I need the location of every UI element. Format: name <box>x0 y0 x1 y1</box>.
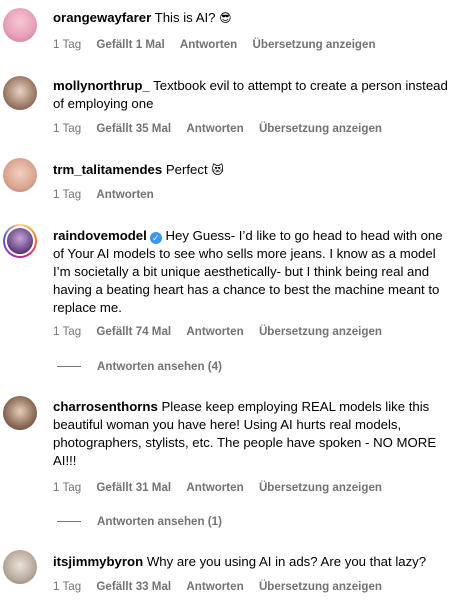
comment-body: orangewayfarer This is AI? 😎 <box>53 9 449 27</box>
comment-username[interactable]: trm_talitamendes <box>53 162 162 177</box>
translate-button[interactable]: Übersetzung anzeigen <box>259 325 382 338</box>
likes-count[interactable]: Gefällt 35 Mal <box>96 122 171 135</box>
comment-body: mollynorthrup_ Textbook evil to attempt … <box>53 77 449 113</box>
comment-body: raindovemodel ✓ Hey Guess- I’d like to go… <box>53 227 449 317</box>
comment-username[interactable]: mollynorthrup_ <box>53 78 150 93</box>
comment-body: trm_talitamendes Perfect 😻 <box>53 161 449 179</box>
avatar-image <box>5 226 35 256</box>
likes-count[interactable]: Gefällt 31 Mal <box>96 481 171 494</box>
view-replies-button[interactable]: Antworten ansehen (4) <box>57 360 222 373</box>
avatar[interactable] <box>3 76 37 110</box>
likes-count[interactable]: Gefällt 74 Mal <box>96 325 171 338</box>
comment-time[interactable]: 1 Tag <box>53 580 81 593</box>
likes-count[interactable]: Gefällt 1 Mal <box>96 38 164 51</box>
view-replies-label: Antworten ansehen (4) <box>97 360 222 373</box>
translate-button[interactable]: Übersetzung anzeigen <box>252 38 375 51</box>
translate-button[interactable]: Übersetzung anzeigen <box>259 481 382 494</box>
replies-divider <box>57 521 81 523</box>
comment-time[interactable]: 1 Tag <box>53 38 81 51</box>
comment-text: Why are you using AI in ads? Are you tha… <box>146 554 427 569</box>
comment-body: charrosenthorns Please keep employing RE… <box>53 398 449 470</box>
comment-username[interactable]: itsjimmybyron <box>53 554 143 569</box>
comment-meta: 1 Tag Gefällt 33 Mal Antworten Übersetzu… <box>53 580 394 593</box>
heart-eyes-cat-emoji-icon: 😻 <box>211 163 224 177</box>
likes-count[interactable]: Gefällt 33 Mal <box>96 580 171 593</box>
comment-meta: 1 Tag Gefällt 31 Mal Antworten Übersetzu… <box>53 481 394 494</box>
comment-username[interactable]: orangewayfarer <box>53 10 151 25</box>
comment-time[interactable]: 1 Tag <box>53 481 81 494</box>
comment-username[interactable]: charrosenthorns <box>53 399 158 414</box>
comment-meta: 1 Tag Gefällt 74 Mal Antworten Übersetzu… <box>53 325 394 338</box>
comment-time[interactable]: 1 Tag <box>53 122 81 135</box>
comment-time[interactable]: 1 Tag <box>53 325 81 338</box>
sunglasses-emoji-icon: 😎 <box>219 11 232 25</box>
reply-button[interactable]: Antworten <box>186 580 243 593</box>
comment-text: Perfect <box>165 162 208 177</box>
view-replies-button[interactable]: Antworten ansehen (1) <box>57 515 222 528</box>
comment-text: This is AI? <box>154 10 216 25</box>
reply-button[interactable]: Antworten <box>180 38 237 51</box>
comment-time[interactable]: 1 Tag <box>53 188 81 201</box>
reply-button[interactable]: Antworten <box>96 188 153 201</box>
comment-username[interactable]: raindovemodel <box>53 228 147 243</box>
translate-button[interactable]: Übersetzung anzeigen <box>259 580 382 593</box>
reply-button[interactable]: Antworten <box>186 122 243 135</box>
avatar[interactable] <box>3 396 37 430</box>
reply-button[interactable]: Antworten <box>186 325 243 338</box>
avatar[interactable] <box>3 158 37 192</box>
avatar[interactable] <box>3 550 37 584</box>
avatar[interactable] <box>3 224 37 258</box>
comment-meta: 1 Tag Antworten <box>53 188 166 201</box>
replies-divider <box>57 366 81 368</box>
avatar[interactable] <box>3 8 37 42</box>
view-replies-label: Antworten ansehen (1) <box>97 515 222 528</box>
comment-body: itsjimmybyron Why are you using AI in ad… <box>53 553 449 571</box>
verified-badge-icon: ✓ <box>149 232 162 244</box>
comment-meta: 1 Tag Gefällt 1 Mal Antworten Übersetzun… <box>53 38 388 51</box>
translate-button[interactable]: Übersetzung anzeigen <box>259 122 382 135</box>
comment-meta: 1 Tag Gefällt 35 Mal Antworten Übersetzu… <box>53 122 394 135</box>
reply-button[interactable]: Antworten <box>186 481 243 494</box>
